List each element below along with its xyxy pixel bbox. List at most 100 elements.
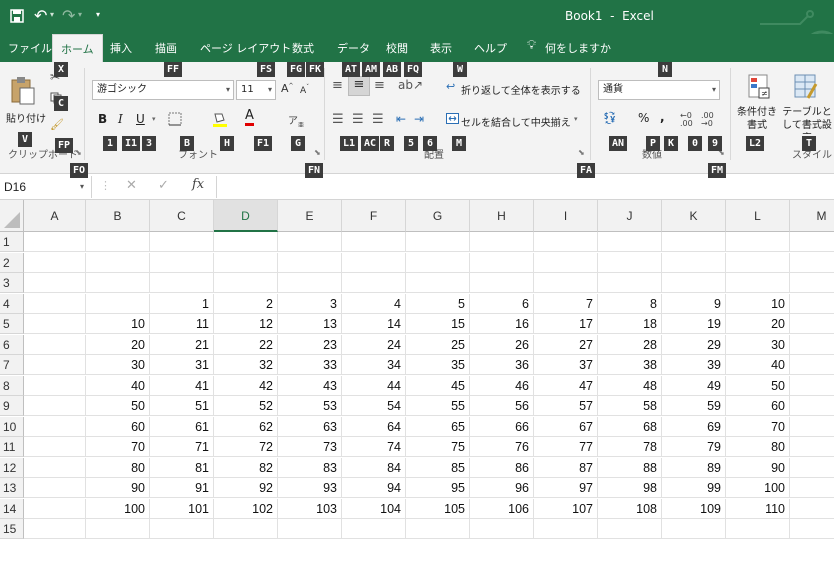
cell-g15[interactable] (406, 519, 470, 539)
cell-j11[interactable]: 78 (598, 437, 662, 457)
cell-i10[interactable]: 67 (534, 416, 598, 437)
row-header-13[interactable]: 13 (0, 478, 24, 498)
cell-j10[interactable]: 68 (598, 416, 662, 437)
cell-l9[interactable]: 60 (726, 396, 790, 416)
cell-e10[interactable]: 63 (278, 416, 342, 437)
row-header-12[interactable]: 12 (0, 457, 24, 478)
column-header-f[interactable]: F (342, 200, 406, 232)
align-top-icon[interactable]: ≡ (332, 78, 343, 93)
cell-d8[interactable]: 42 (214, 375, 278, 396)
cell-f14[interactable]: 104 (342, 498, 406, 519)
align-middle-icon[interactable]: ≡ (348, 76, 370, 96)
decrease-indent-icon[interactable]: ⇤ (396, 112, 406, 126)
cell-f6[interactable]: 24 (342, 334, 406, 355)
font-size-combo[interactable]: 11 ▾ (236, 80, 276, 100)
row-header-9[interactable]: 9 (0, 396, 24, 416)
cell-h5[interactable]: 16 (470, 314, 534, 334)
cell-m4[interactable] (790, 294, 834, 314)
cell-c3[interactable] (150, 273, 214, 293)
cell-l11[interactable]: 80 (726, 437, 790, 457)
cell-a10[interactable] (24, 416, 86, 437)
cell-m11[interactable] (790, 437, 834, 457)
row-header-11[interactable]: 11 (0, 437, 24, 457)
cell-f4[interactable]: 4 (342, 293, 406, 314)
cell-m3[interactable] (790, 273, 834, 293)
cell-i11[interactable]: 77 (534, 437, 598, 457)
row-header-15[interactable]: 15 (0, 519, 24, 539)
cell-e5[interactable]: 13 (278, 314, 342, 334)
cell-g9[interactable]: 55 (406, 396, 470, 416)
cell-a12[interactable] (24, 457, 86, 478)
cell-m13[interactable] (790, 478, 834, 498)
row-header-6[interactable]: 6 (0, 334, 24, 355)
cell-i12[interactable]: 87 (534, 457, 598, 478)
orientation-icon[interactable]: ab↗ (398, 78, 423, 92)
cell-a3[interactable] (24, 273, 86, 293)
enter-icon[interactable]: ✓ (158, 178, 169, 193)
cell-e11[interactable]: 73 (278, 437, 342, 457)
cell-l14[interactable]: 110 (726, 498, 790, 519)
percent-style-icon[interactable]: % (638, 111, 649, 125)
cell-d1[interactable] (214, 232, 278, 252)
cell-a4[interactable] (24, 293, 86, 314)
cell-g6[interactable]: 25 (406, 334, 470, 355)
cell-j1[interactable] (598, 232, 662, 252)
cell-g4[interactable]: 5 (406, 293, 470, 314)
cell-i7[interactable]: 37 (534, 355, 598, 375)
cell-k15[interactable] (662, 519, 726, 539)
cell-m5[interactable] (790, 314, 834, 334)
cell-d9[interactable]: 52 (214, 396, 278, 416)
cell-a5[interactable] (24, 314, 86, 334)
cell-k5[interactable]: 19 (662, 314, 726, 334)
cell-h14[interactable]: 106 (470, 498, 534, 519)
cell-l5[interactable]: 20 (726, 314, 790, 334)
merge-center-button[interactable]: セルを結合して中央揃え (461, 114, 571, 129)
cell-l3[interactable] (726, 273, 790, 293)
cell-c1[interactable] (150, 232, 214, 252)
cell-l13[interactable]: 100 (726, 478, 790, 498)
cell-h13[interactable]: 96 (470, 478, 534, 498)
cell-l1[interactable] (726, 232, 790, 252)
cell-b6[interactable]: 20 (86, 334, 150, 355)
redo-dropdown-icon[interactable]: ▾ (78, 10, 82, 19)
font-color-icon[interactable]: A (245, 109, 254, 126)
cell-c2[interactable] (150, 252, 214, 273)
tab-draw[interactable]: 描画 (155, 40, 177, 56)
cell-j2[interactable] (598, 252, 662, 273)
cell-k4[interactable]: 9 (662, 293, 726, 314)
cell-h8[interactable]: 46 (470, 375, 534, 396)
row-header-5[interactable]: 5 (0, 314, 24, 334)
italic-icon[interactable]: I (118, 112, 123, 126)
cell-c7[interactable]: 31 (150, 355, 214, 375)
bold-icon[interactable]: B (98, 112, 107, 126)
cell-c8[interactable]: 41 (150, 375, 214, 396)
name-box[interactable]: D16 ▾ (0, 176, 92, 198)
cell-l8[interactable]: 50 (726, 375, 790, 396)
cell-a8[interactable] (24, 375, 86, 396)
cell-l7[interactable]: 40 (726, 355, 790, 375)
cell-i13[interactable]: 97 (534, 478, 598, 498)
cell-h12[interactable]: 86 (470, 457, 534, 478)
cell-d14[interactable]: 102 (214, 498, 278, 519)
cell-k12[interactable]: 89 (662, 457, 726, 478)
cell-l12[interactable]: 90 (726, 457, 790, 478)
column-header-c[interactable]: C (150, 200, 214, 232)
cell-k3[interactable] (662, 273, 726, 293)
cell-j5[interactable]: 18 (598, 314, 662, 334)
format-painter-icon[interactable]: 🖌︎ (50, 118, 64, 131)
dialog-launcher-icon[interactable]: ⬊ (75, 148, 82, 157)
cell-h15[interactable] (470, 519, 534, 539)
cell-j3[interactable] (598, 273, 662, 293)
column-header-d[interactable]: D (214, 200, 278, 232)
cell-k6[interactable]: 29 (662, 334, 726, 355)
cell-g14[interactable]: 105 (406, 498, 470, 519)
cell-m12[interactable] (790, 458, 834, 478)
row-header-2[interactable]: 2 (0, 252, 24, 273)
cell-k13[interactable]: 99 (662, 478, 726, 498)
cell-e15[interactable] (278, 519, 342, 539)
cell-c4[interactable]: 1 (150, 293, 214, 314)
cell-b8[interactable]: 40 (86, 375, 150, 396)
cell-e2[interactable] (278, 252, 342, 273)
cell-m1[interactable] (790, 232, 834, 252)
cell-j15[interactable] (598, 519, 662, 539)
